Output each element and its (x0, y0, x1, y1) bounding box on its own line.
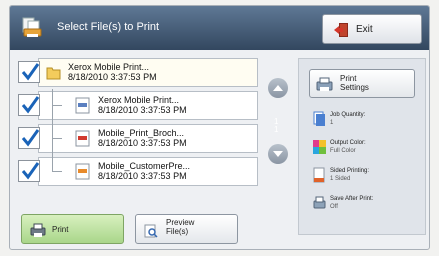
setting-label: Save After Print: (330, 196, 374, 202)
color-palette-icon (313, 139, 326, 155)
folder-icon (46, 64, 61, 81)
print-settings-button[interactable]: Print Settings (309, 69, 415, 98)
checkmark-icon (21, 162, 40, 180)
chevron-up-icon (273, 85, 283, 91)
file-checkbox[interactable] (18, 160, 40, 182)
exit-label: Exit (356, 24, 373, 35)
page-title: Select File(s) to Print (57, 21, 160, 33)
presentation-file-icon (75, 163, 90, 180)
setting-sided-printing: Sided Printing: 1 Sided (313, 167, 423, 191)
file-name: Mobile_Print_Broch... (98, 128, 185, 138)
total-pages: 1 (274, 125, 279, 134)
preview-label-line2: File(s) (166, 227, 189, 236)
file-date: 8/18/2010 3:37:53 PM (98, 105, 187, 115)
printer-icon (30, 223, 46, 237)
file-row-document[interactable]: Xerox Mobile Print... 8/18/2010 3:37:53 … (18, 89, 258, 122)
file-row-folder[interactable]: Xerox Mobile Print... 8/18/2010 3:37:53 … (18, 58, 258, 87)
setting-label: Output Color: (330, 140, 366, 146)
setting-job-quantity: Job Quantity: 1 (313, 111, 423, 135)
setting-value: Full Color (330, 148, 356, 154)
setting-value: Off (330, 204, 338, 210)
file-row-presentation[interactable]: Mobile_CustomerPre... 8/18/2010 3:37:53 … (18, 155, 258, 186)
sided-page-icon (313, 167, 326, 183)
page-indicator: 1 1 (274, 118, 278, 134)
quantity-icon (313, 111, 326, 127)
list-scroller: 1 1 (268, 78, 288, 166)
print-settings-icon (316, 77, 333, 92)
file-name: Xerox Mobile Print... (68, 62, 150, 72)
save-printer-icon (313, 195, 326, 211)
print-button[interactable]: Print (21, 214, 124, 244)
pdf-file-icon (75, 130, 90, 147)
print-settings-panel: Print Settings Job Quantity: 1 Output Co… (298, 58, 426, 235)
exit-door-icon (333, 22, 350, 38)
setting-value: 1 Sided (330, 176, 351, 182)
print-settings-label-line1: Print (340, 74, 357, 83)
file-date: 8/18/2010 3:37:53 PM (68, 72, 157, 82)
print-screen: Select File(s) to Print Exit Xerox Mobil… (9, 5, 430, 250)
setting-label: Job Quantity: (330, 112, 366, 118)
file-row-pdf[interactable]: Mobile_Print_Broch... 8/18/2010 3:37:53 … (18, 122, 258, 155)
checkmark-icon (21, 63, 40, 81)
file-checkbox[interactable] (18, 94, 40, 116)
file-date: 8/18/2010 3:37:53 PM (98, 138, 187, 148)
file-name: Xerox Mobile Print... (98, 95, 180, 105)
exit-button[interactable]: Exit (322, 14, 422, 44)
preview-files-button[interactable]: Preview File(s) (135, 214, 238, 244)
setting-save-after-print: Save After Print: Off (313, 195, 423, 219)
checkmark-icon (21, 129, 40, 147)
file-list: Xerox Mobile Print... 8/18/2010 3:37:53 … (18, 58, 258, 186)
file-date: 8/18/2010 3:37:53 PM (98, 171, 187, 181)
document-file-icon (75, 97, 90, 114)
print-label: Print (52, 225, 69, 234)
print-files-icon (21, 17, 43, 39)
setting-output-color: Output Color: Full Color (313, 139, 423, 163)
setting-label: Sided Printing: (330, 168, 370, 174)
setting-value: 1 (330, 120, 334, 126)
file-name: Mobile_CustomerPre... (98, 161, 191, 171)
checkmark-icon (21, 96, 40, 114)
scroll-down-button[interactable] (268, 144, 288, 164)
title-bar: Select File(s) to Print Exit (10, 6, 429, 50)
preview-label-line1: Preview (166, 218, 195, 227)
file-checkbox[interactable] (18, 61, 40, 83)
print-settings-label-line2: Settings (340, 83, 369, 92)
file-checkbox[interactable] (18, 127, 40, 149)
preview-magnifier-icon (144, 224, 158, 238)
scroll-up-button[interactable] (268, 78, 288, 98)
chevron-down-icon (273, 151, 283, 157)
